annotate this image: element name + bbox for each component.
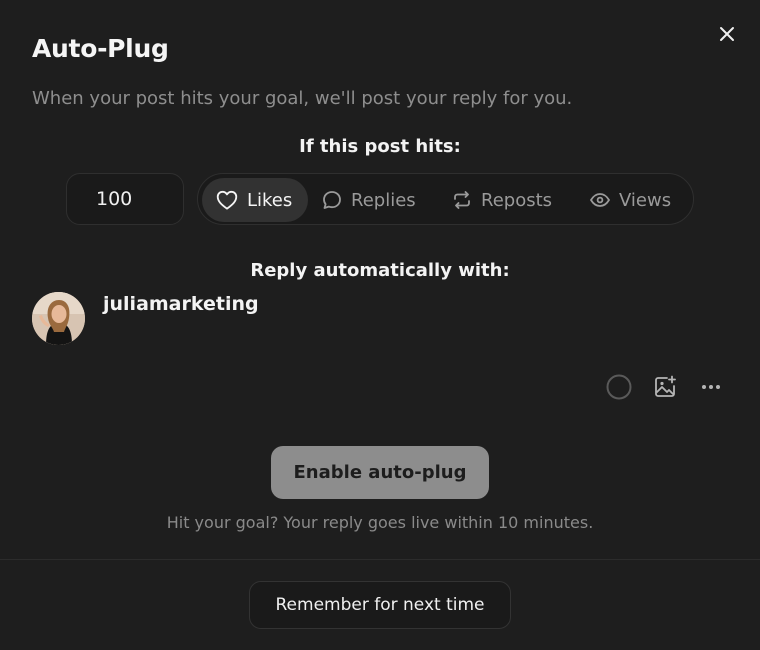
auto-plug-dialog: Auto-Plug When your post hits your goal,… [0, 0, 760, 650]
metric-selector: Likes Replies Reposts Views [197, 173, 694, 225]
metric-label-replies: Replies [351, 189, 416, 211]
goal-label: If this post hits: [299, 136, 461, 157]
enable-auto-plug-button[interactable]: Enable auto-plug [271, 446, 489, 499]
goal-count-input[interactable]: 100 [66, 173, 184, 225]
dialog-title: Auto-Plug [32, 34, 169, 63]
metric-label-likes: Likes [247, 189, 293, 211]
metric-option-likes[interactable]: Likes [202, 178, 308, 222]
circle-progress-icon [606, 374, 632, 400]
footer-divider [0, 559, 760, 560]
speech-bubble-icon [323, 191, 341, 209]
dialog-subtitle: When your post hits your goal, we'll pos… [32, 88, 573, 109]
reply-username: juliamarketing [103, 293, 259, 315]
repost-icon [454, 191, 470, 209]
metric-option-reposts[interactable]: Reposts [452, 178, 572, 222]
metric-option-views[interactable]: Views [590, 178, 690, 222]
delivery-hint: Hit your goal? Your reply goes live with… [166, 513, 594, 532]
eye-icon [590, 193, 610, 207]
more-options-icon [702, 385, 720, 389]
add-image-button[interactable] [652, 374, 678, 400]
reply-label: Reply automatically with: [250, 260, 510, 281]
avatar [32, 292, 85, 345]
character-counter [606, 374, 632, 400]
metric-label-reposts: Reposts [481, 189, 553, 211]
close-button[interactable] [713, 20, 741, 48]
more-options-button[interactable] [698, 374, 724, 400]
metric-label-views: Views [619, 189, 672, 211]
compose-toolbar [606, 374, 726, 400]
add-image-icon [655, 375, 676, 397]
metric-option-replies[interactable]: Replies [322, 178, 434, 222]
heart-icon [216, 190, 238, 210]
remember-button[interactable]: Remember for next time [249, 581, 511, 629]
goal-count-value: 100 [96, 188, 133, 210]
close-icon [720, 27, 734, 41]
